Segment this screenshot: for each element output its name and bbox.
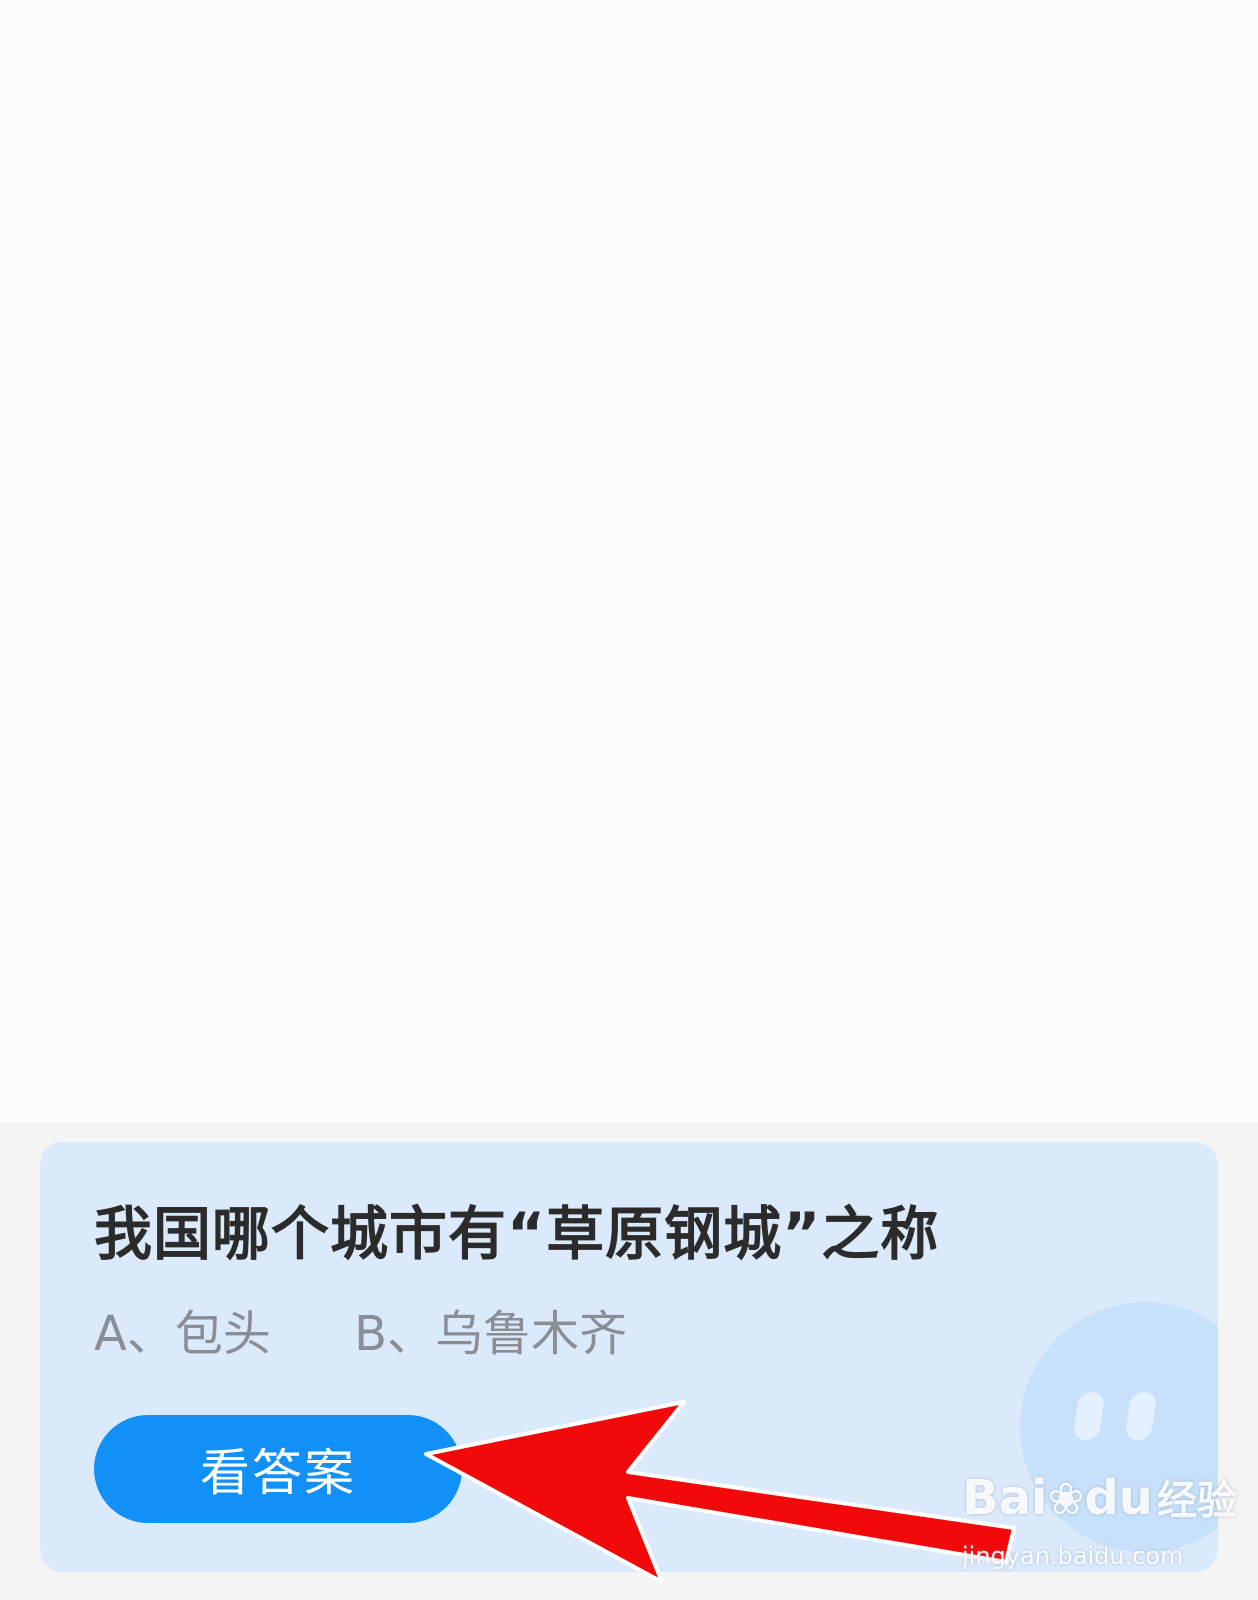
bottom-panel: 我国哪个城市有“草原钢城”之称 A、包头 B、乌鲁木齐 看答案 bbox=[0, 1122, 1258, 1600]
mascot-icon bbox=[1020, 1302, 1218, 1552]
mascot-eye-left bbox=[1072, 1392, 1106, 1440]
option-b: B、乌鲁木齐 bbox=[354, 1306, 628, 1362]
mascot-eye-right bbox=[1124, 1392, 1158, 1440]
blank-content-area bbox=[0, 0, 1258, 1122]
question-title: 我国哪个城市有“草原钢城”之称 bbox=[94, 1200, 940, 1268]
view-answer-button[interactable]: 看答案 bbox=[94, 1415, 462, 1523]
answer-options: A、包头 B、乌鲁木齐 bbox=[94, 1294, 627, 1364]
option-a: A、包头 bbox=[94, 1306, 271, 1362]
quiz-card: 我国哪个城市有“草原钢城”之称 A、包头 B、乌鲁木齐 看答案 bbox=[40, 1142, 1218, 1572]
